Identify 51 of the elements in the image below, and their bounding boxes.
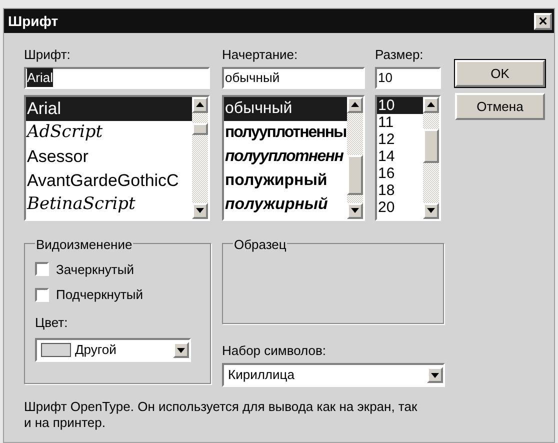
list-item[interactable]: полужирный bbox=[224, 168, 347, 192]
scroll-thumb[interactable] bbox=[192, 122, 208, 134]
color-swatch-icon bbox=[41, 343, 71, 357]
window-title: Шрифт bbox=[8, 12, 58, 31]
close-button[interactable]: × bbox=[534, 12, 552, 30]
list-item[interactable]: 10 bbox=[377, 96, 423, 114]
scrollbar[interactable] bbox=[347, 96, 363, 218]
checkbox[interactable] bbox=[35, 262, 49, 276]
cancel-button[interactable]: Отмена bbox=[455, 93, 545, 120]
dropdown[interactable]: Другой bbox=[35, 338, 191, 362]
field-label: Цвет: bbox=[35, 314, 69, 332]
dropdown-value: Другой bbox=[75, 341, 116, 360]
checkbox-label: Зачеркнутый bbox=[56, 260, 134, 279]
field-label: Шрифт: bbox=[24, 46, 72, 64]
scroll-thumb[interactable] bbox=[347, 154, 363, 194]
list-item[interactable]: 14 bbox=[377, 148, 423, 164]
list-item[interactable]: обычный bbox=[224, 96, 347, 120]
scrollbar[interactable] bbox=[192, 96, 208, 218]
checkbox-label: Подчеркнутый bbox=[56, 286, 144, 304]
list-item[interactable]: 12 bbox=[377, 130, 423, 148]
scroll-down-icon[interactable] bbox=[192, 202, 208, 218]
list-item[interactable]: полууплотненны bbox=[224, 120, 347, 144]
ok-button[interactable]: OK bbox=[455, 60, 545, 87]
font-field[interactable]: Arial bbox=[24, 66, 210, 88]
list-item[interactable]: AdScript bbox=[26, 120, 192, 144]
list-item[interactable]: 16 bbox=[377, 164, 423, 182]
dropdown-value: Кириллица bbox=[228, 366, 294, 384]
description-text: Шрифт OpenType. Он используется для вывода как на экран, так и на принтер. bbox=[23, 398, 418, 431]
list-item[interactable]: AvantGardeGothicC bbox=[26, 168, 192, 192]
list-item[interactable]: 11 bbox=[377, 114, 423, 130]
checkbox[interactable] bbox=[35, 288, 49, 302]
field-label: Набор символов: bbox=[222, 342, 328, 360]
list-item[interactable]: полууплотненн bbox=[224, 144, 347, 168]
list-item[interactable]: полужирный bbox=[224, 192, 347, 216]
scroll-up-icon[interactable] bbox=[347, 96, 363, 112]
scroll-down-icon[interactable] bbox=[423, 202, 439, 218]
scroll-down-icon[interactable] bbox=[347, 202, 363, 218]
list-item[interactable]: Arial bbox=[26, 96, 192, 120]
dropdown[interactable]: Кириллица bbox=[222, 363, 445, 387]
size-field[interactable]: 10 bbox=[375, 66, 441, 88]
list-item[interactable]: 18 bbox=[377, 182, 423, 198]
scroll-up-icon[interactable] bbox=[423, 96, 439, 112]
scroll-up-icon[interactable] bbox=[192, 96, 208, 112]
list-item[interactable]: BetinaScript bbox=[26, 192, 192, 216]
field-label: Размер: bbox=[375, 46, 424, 64]
style-field[interactable]: обычный bbox=[222, 66, 365, 88]
scrollbar[interactable] bbox=[423, 96, 439, 218]
scroll-thumb[interactable] bbox=[423, 128, 439, 162]
field-label: Начертание: bbox=[222, 46, 299, 64]
list-item[interactable]: Asessor bbox=[26, 144, 192, 168]
list-item[interactable]: 20 bbox=[377, 198, 423, 216]
